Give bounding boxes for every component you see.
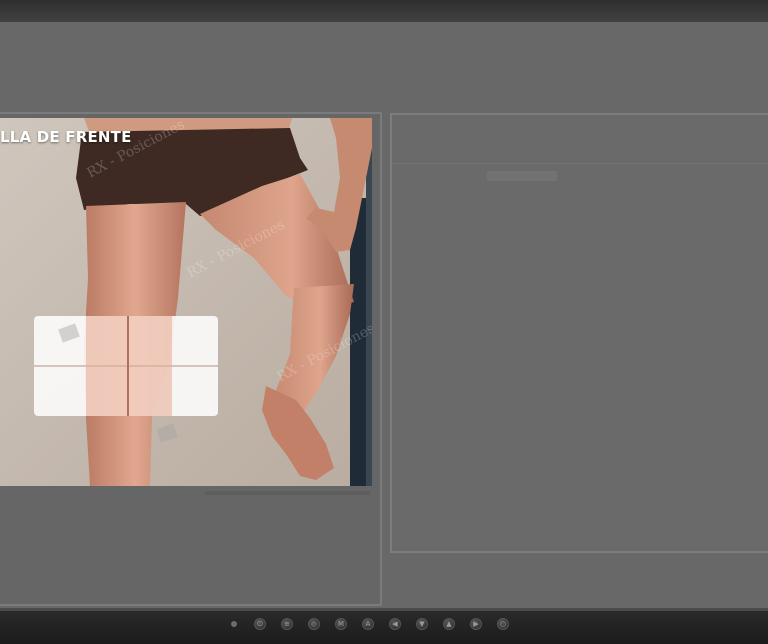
auto-icon[interactable]: A xyxy=(362,618,374,630)
source-icon[interactable]: ◇ xyxy=(308,618,320,630)
positioning-image-panel: RX - Posiciones RX - Posiciones RX - Pos… xyxy=(0,118,372,486)
monitor-bottom-bezel: ⏻ ≡ ◇ M A ◀ ▼ ▲ ▶ ○ xyxy=(0,608,768,644)
right-panel-field xyxy=(487,171,557,181)
exit-icon[interactable]: ○ xyxy=(497,618,509,630)
right-panel-divider xyxy=(392,163,768,164)
knee-positioning-illustration: RX - Posiciones RX - Posiciones RX - Pos… xyxy=(0,118,372,486)
monitor-top-bezel xyxy=(0,0,768,22)
power-led-icon xyxy=(231,621,237,627)
caption-strip xyxy=(205,491,370,495)
power-icon[interactable]: ⏻ xyxy=(254,618,266,630)
mode-icon[interactable]: M xyxy=(335,618,347,630)
up-arrow-icon[interactable]: ▲ xyxy=(443,618,455,630)
view-title-label: LLA DE FRENTE xyxy=(0,128,132,146)
down-arrow-icon[interactable]: ▼ xyxy=(416,618,428,630)
bezel-lip xyxy=(0,608,768,611)
right-info-panel xyxy=(390,113,768,553)
left-arrow-icon[interactable]: ◀ xyxy=(389,618,401,630)
right-arrow-icon[interactable]: ▶ xyxy=(470,618,482,630)
menu-icon[interactable]: ≡ xyxy=(281,618,293,630)
